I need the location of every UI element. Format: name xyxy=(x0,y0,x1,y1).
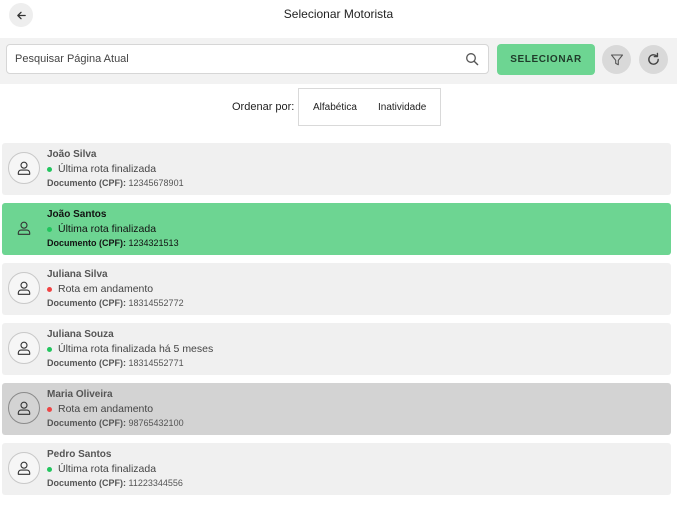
sort-label: Ordenar por: xyxy=(232,101,295,113)
page-title: Selecionar Motorista xyxy=(283,7,394,21)
driver-name: Juliana Souza xyxy=(47,329,114,340)
driver-document: Documento (CPF): 98765432100 xyxy=(47,418,184,428)
user-icon xyxy=(17,281,31,295)
document-label: Documento (CPF): xyxy=(47,178,126,188)
driver-name: Pedro Santos xyxy=(47,449,112,460)
document-value: 1234321513 xyxy=(128,238,179,248)
driver-document: Documento (CPF): 18314552771 xyxy=(47,358,184,368)
driver-name: João Santos xyxy=(47,209,107,220)
driver-status-text: Rota em andamento xyxy=(58,403,154,415)
driver-document: Documento (CPF): 18314552772 xyxy=(47,298,184,308)
header-bar: Selecionar Motorista xyxy=(0,0,677,38)
driver-status: Rota em andamento xyxy=(47,283,153,295)
driver-card[interactable]: João Santos Última rota finalizada Docum… xyxy=(2,203,671,255)
document-value: 98765432100 xyxy=(128,418,184,428)
status-dot xyxy=(47,286,52,292)
document-label: Documento (CPF): xyxy=(47,238,126,248)
document-value: 12345678901 xyxy=(128,178,184,188)
filter-icon xyxy=(610,53,623,65)
user-icon xyxy=(17,401,31,415)
driver-status: Última rota finalizada xyxy=(47,463,156,475)
toolbar: SELECIONAR xyxy=(0,38,677,84)
user-icon xyxy=(17,341,31,355)
user-icon xyxy=(17,461,31,475)
driver-name: Juliana Silva xyxy=(47,269,108,280)
avatar xyxy=(8,272,40,304)
search-box xyxy=(6,44,489,74)
driver-status-text: Última rota finalizada xyxy=(58,223,157,235)
status-dot xyxy=(47,346,52,352)
status-dot xyxy=(47,466,52,472)
sort-option-alphabetical[interactable]: Alfabética xyxy=(313,102,357,113)
driver-name: Maria Oliveira xyxy=(47,389,113,400)
document-value: 11223344556 xyxy=(128,478,183,488)
sort-option-inactivity[interactable]: Inatividade xyxy=(378,102,426,113)
driver-document: Documento (CPF): 12345678901 xyxy=(47,178,184,188)
avatar xyxy=(8,152,40,184)
avatar xyxy=(8,452,40,484)
driver-status-text: Rota em andamento xyxy=(58,283,154,295)
driver-status-text: Última rota finalizada xyxy=(58,163,157,175)
status-dot xyxy=(47,406,52,412)
refresh-icon xyxy=(648,52,659,65)
driver-card[interactable]: João Silva Última rota finalizada Docume… xyxy=(2,143,671,195)
avatar xyxy=(8,332,40,364)
driver-status: Última rota finalizada xyxy=(47,163,156,175)
driver-document: Documento (CPF): 1234321513 xyxy=(47,238,179,248)
driver-status-text: Última rota finalizada xyxy=(58,463,157,475)
search-icon[interactable] xyxy=(465,52,479,66)
driver-card[interactable]: Juliana Souza Última rota finalizada há … xyxy=(2,323,671,375)
driver-document: Documento (CPF): 11223344556 xyxy=(47,478,183,488)
status-dot xyxy=(47,166,52,172)
sort-bar: Ordenar por: Alfabética Inatividade xyxy=(0,88,677,126)
document-value: 18314552772 xyxy=(128,298,184,308)
user-icon xyxy=(17,161,31,175)
avatar xyxy=(8,212,40,244)
driver-card[interactable]: Maria Oliveira Rota em andamento Documen… xyxy=(2,383,671,435)
filter-button[interactable] xyxy=(602,45,631,74)
driver-status: Última rota finalizada há 5 meses xyxy=(47,343,213,355)
status-dot xyxy=(47,226,52,232)
avatar xyxy=(8,392,40,424)
document-label: Documento (CPF): xyxy=(47,298,126,308)
user-icon xyxy=(17,221,31,235)
select-button[interactable]: SELECIONAR xyxy=(497,44,595,75)
driver-card[interactable]: Juliana Silva Rota em andamento Document… xyxy=(2,263,671,315)
search-input[interactable] xyxy=(7,45,447,73)
driver-name: João Silva xyxy=(47,149,97,160)
document-value: 18314552771 xyxy=(128,358,184,368)
refresh-button[interactable] xyxy=(639,45,668,74)
driver-card[interactable]: Pedro Santos Última rota finalizada Docu… xyxy=(2,443,671,495)
sort-options: Alfabética Inatividade xyxy=(298,88,441,126)
document-label: Documento (CPF): xyxy=(47,358,126,368)
driver-status-text: Última rota finalizada há 5 meses xyxy=(58,343,214,355)
document-label: Documento (CPF): xyxy=(47,418,126,428)
driver-status: Última rota finalizada xyxy=(47,223,156,235)
document-label: Documento (CPF): xyxy=(47,478,126,488)
driver-list: João Silva Última rota finalizada Docume… xyxy=(2,143,671,503)
driver-status: Rota em andamento xyxy=(47,403,153,415)
